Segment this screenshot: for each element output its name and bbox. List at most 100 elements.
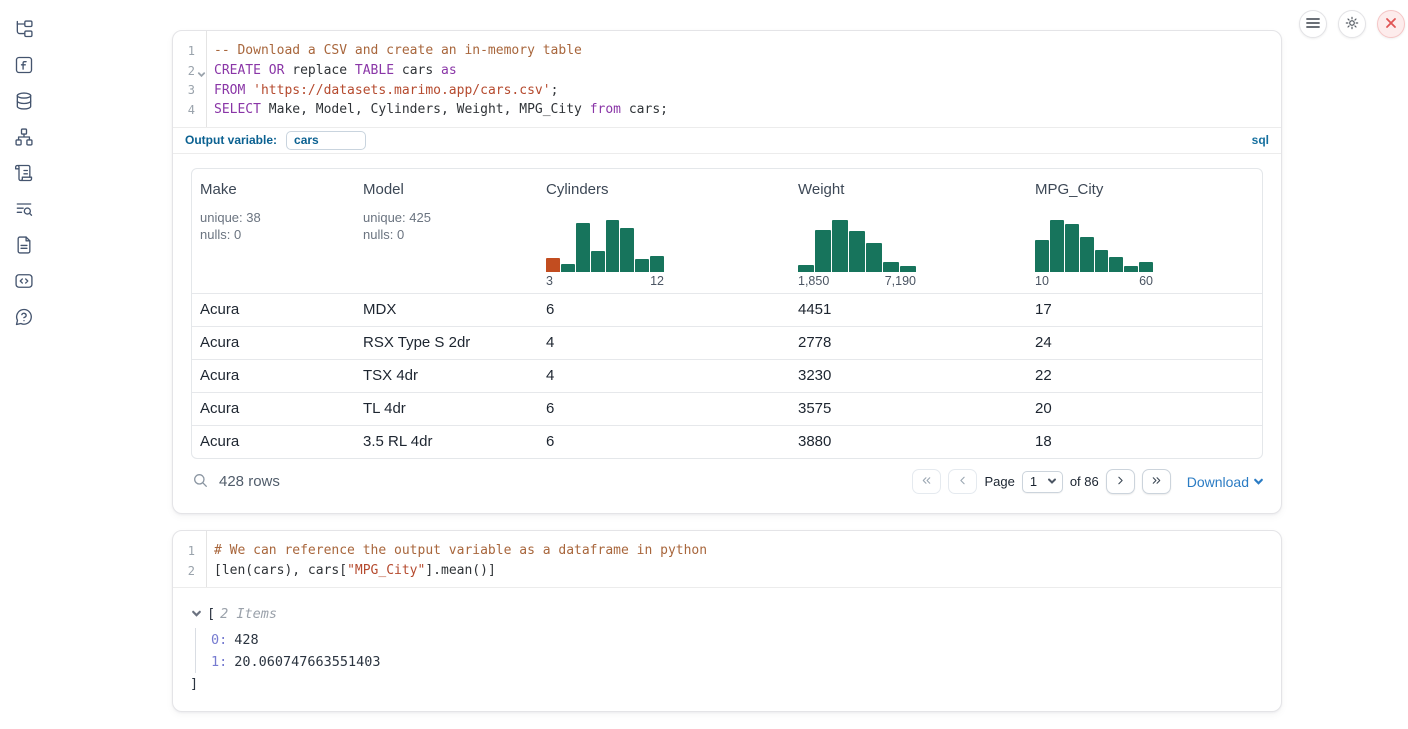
histogram-bar [591, 251, 605, 272]
table-cell: 4 [538, 334, 790, 351]
tree-collapse-button[interactable] [190, 608, 202, 620]
histogram-bar [561, 264, 575, 272]
page-number-select[interactable]: 1 [1022, 471, 1063, 493]
code-line-text: -- Download a CSV and create an in-memor… [206, 43, 582, 58]
chevron-right-icon [1114, 474, 1127, 490]
table-header-row: Makeunique: 38nulls: 0Modelunique: 425nu… [192, 169, 1262, 293]
code-line: 1-- Download a CSV and create an in-memo… [173, 41, 1281, 61]
tree-entry-key: 1: [211, 654, 227, 670]
sidebar-item-dependency-graph[interactable] [12, 128, 36, 149]
settings-button[interactable] [1338, 10, 1366, 38]
table-cell: 3575 [790, 400, 1027, 417]
next-page-button[interactable] [1106, 469, 1135, 494]
chevrons-left-icon [920, 474, 933, 490]
last-page-button[interactable] [1142, 469, 1171, 494]
output-variable-row: Output variable: sql [173, 127, 1281, 154]
code-line: 2[len(cars), cars["MPG_City"].mean()] [173, 561, 1281, 581]
language-badge: sql [1252, 133, 1269, 147]
code-line-text: FROM 'https://datasets.marimo.app/cars.c… [206, 83, 558, 98]
sidebar-item-documentation[interactable] [12, 236, 36, 257]
close-app-button[interactable] [1377, 10, 1405, 38]
previous-page-button[interactable] [948, 469, 977, 494]
tree-entry-key: 0: [211, 632, 227, 648]
histogram-bar [849, 231, 865, 272]
page-total-label: of 86 [1070, 474, 1099, 489]
histogram-bar [883, 262, 899, 272]
sidebar-item-snippets[interactable] [12, 272, 36, 293]
notebook-menu-button[interactable] [1299, 10, 1327, 38]
histogram-bar [546, 258, 560, 272]
histogram-bar [832, 220, 848, 272]
table-cell: 18 [1027, 433, 1262, 450]
tree-entry: 0: 428 [211, 628, 1263, 651]
python-output-tree: [ 2 Items 0:4281:20.060747663551403 ] [173, 587, 1281, 693]
sidebar-item-datasources[interactable] [12, 92, 36, 113]
table-row[interactable]: AcuraTSX 4dr4323022 [192, 359, 1262, 392]
table-cell: 6 [538, 400, 790, 417]
table-row[interactable]: AcuraTL 4dr6357520 [192, 392, 1262, 425]
table-row[interactable]: AcuraMDX6445117 [192, 293, 1262, 326]
network-graph-icon [14, 127, 34, 150]
first-page-button[interactable] [912, 469, 941, 494]
table-search-button[interactable] [190, 472, 210, 492]
table-cell: Acura [192, 400, 355, 417]
python-code-editor[interactable]: 1# We can reference the output variable … [173, 531, 1281, 587]
histogram-bar [866, 243, 882, 272]
table-cell: 17 [1027, 301, 1262, 318]
column-name[interactable]: Weight [798, 181, 844, 198]
table-cell: 3880 [790, 433, 1027, 450]
line-number: 2 [173, 64, 206, 78]
row-count-label: 428 rows [219, 473, 280, 490]
histogram-bar [650, 256, 664, 272]
search-icon [192, 472, 209, 492]
sidebar-panel-nav [8, 20, 52, 329]
sql-cell-card: 1 -- Download a CSV and create an in-memo… [172, 30, 1282, 514]
download-button[interactable]: Download [1187, 474, 1264, 490]
close-x-icon [1385, 17, 1397, 32]
scroll-icon [14, 163, 34, 186]
column-name[interactable]: Model [363, 181, 404, 198]
histogram-bar [1139, 262, 1153, 272]
sql-code-editor[interactable]: 1-- Download a CSV and create an in-memo… [173, 31, 1281, 127]
database-icon [14, 91, 34, 114]
chevron-down-icon [1253, 474, 1264, 490]
column-histogram[interactable] [798, 220, 916, 272]
sidebar-item-variables[interactable] [12, 56, 36, 77]
tree-entry: 1:20.060747663551403 [211, 651, 1263, 674]
output-variable-input[interactable] [286, 131, 366, 150]
table-cell: Acura [192, 367, 355, 384]
tree-open-bracket: [ [207, 606, 215, 622]
sidebar-item-outline-search[interactable] [12, 200, 36, 221]
column-histogram[interactable] [546, 220, 664, 272]
column-stats: unique: 38nulls: 0 [200, 210, 261, 244]
gear-icon [1344, 15, 1360, 34]
column-name[interactable]: MPG_City [1035, 181, 1103, 198]
table-row[interactable]: Acura3.5 RL 4dr6388018 [192, 425, 1262, 458]
histogram-range-labels: 1060 [1035, 274, 1153, 288]
table-cell: 20 [1027, 400, 1262, 417]
histogram-bar [635, 259, 649, 272]
fold-chevron-icon[interactable] [197, 68, 206, 82]
code-line-text: SELECT Make, Model, Cylinders, Weight, M… [206, 102, 668, 117]
table-row[interactable]: AcuraRSX Type S 2dr4277824 [192, 326, 1262, 359]
table-cell: TL 4dr [355, 400, 538, 417]
sidebar-item-logs[interactable] [12, 164, 36, 185]
column-histogram[interactable] [1035, 220, 1153, 272]
sidebar-item-file-explorer[interactable] [12, 20, 36, 41]
sidebar-item-help[interactable] [12, 308, 36, 329]
column-header-make: Make unique: 38nulls: 0 [192, 169, 355, 293]
code-line: 3FROM 'https://datasets.marimo.app/cars.… [173, 80, 1281, 100]
table-cell: 3.5 RL 4dr [355, 433, 538, 450]
tree-entry-value: 428 [234, 632, 258, 648]
histogram-bar [900, 266, 916, 272]
line-number: 2 [173, 564, 206, 578]
histogram-bar [1109, 257, 1123, 272]
code-snippet-icon [14, 271, 34, 294]
output-variable-label: Output variable: [185, 133, 277, 147]
column-name[interactable]: Make [200, 181, 237, 198]
histogram-bar [620, 228, 634, 272]
code-line: 4SELECT Make, Model, Cylinders, Weight, … [173, 100, 1281, 120]
table-cell: Acura [192, 433, 355, 450]
table-cell: RSX Type S 2dr [355, 334, 538, 351]
column-name[interactable]: Cylinders [546, 181, 609, 198]
